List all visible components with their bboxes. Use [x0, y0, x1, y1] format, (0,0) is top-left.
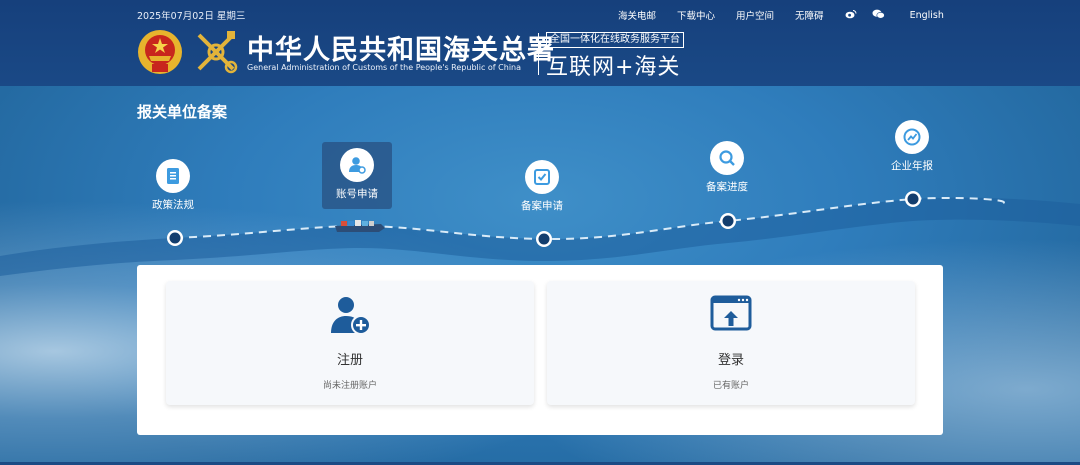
site-title-en: General Administration of Customs of the… — [247, 63, 522, 72]
step-account[interactable]: 账号申请 — [322, 142, 392, 209]
step-policy[interactable]: 政策法规 — [152, 159, 194, 212]
english-link[interactable]: English — [910, 10, 944, 21]
user-gear-icon — [340, 148, 374, 182]
header-divider — [538, 33, 539, 75]
login-subtitle: 已有账户 — [712, 381, 749, 391]
link-user-space[interactable]: 用户空间 — [736, 8, 774, 22]
shield-check-icon — [525, 160, 559, 194]
magnifier-icon — [710, 141, 744, 175]
step-annual-report[interactable]: 企业年报 — [891, 120, 933, 173]
cargo-ship-icon — [335, 220, 385, 232]
step-label: 备案进度 — [706, 181, 748, 193]
step-label: 备案申请 — [521, 200, 563, 212]
hero-banner: 报关单位备案 政策法规 账号申请 备案申请 备案进度 企业年报 注册 尚未注册账… — [0, 86, 1080, 465]
link-accessibility[interactable]: 无障碍 — [795, 8, 824, 22]
current-date: 2025年07月02日 星期三 — [137, 11, 246, 22]
step-label: 政策法规 — [152, 199, 194, 211]
wechat-icon[interactable] — [872, 9, 885, 22]
top-links: 海关电邮 下载中心 用户空间 无障碍 English — [618, 8, 944, 22]
national-emblem-icon — [138, 30, 182, 74]
login-title: 登录 — [717, 353, 744, 368]
site-title: 中华人民共和国海关总署 — [247, 35, 555, 66]
link-download-center[interactable]: 下载中心 — [677, 8, 715, 22]
register-subtitle: 尚未注册账户 — [322, 381, 377, 391]
entry-panel: 注册 尚未注册账户 登录 已有账户 — [137, 265, 943, 435]
step-label: 企业年报 — [891, 160, 933, 172]
customs-emblem-icon — [197, 31, 238, 74]
link-customs-email[interactable]: 海关电邮 — [618, 8, 656, 22]
register-card[interactable]: 注册 尚未注册账户 — [166, 281, 534, 405]
add-user-icon — [331, 297, 371, 335]
step-label: 账号申请 — [336, 188, 378, 200]
login-card[interactable]: 登录 已有账户 — [547, 281, 915, 405]
login-screen-icon — [710, 295, 752, 331]
platform-name: 互联网+海关 — [546, 55, 681, 80]
report-chart-icon — [895, 120, 929, 154]
step-filing[interactable]: 备案申请 — [521, 160, 563, 213]
step-progress[interactable]: 备案进度 — [706, 141, 748, 194]
weibo-icon[interactable] — [845, 9, 857, 22]
platform-tagline: 全国一体化在线政务服务平台 — [546, 32, 684, 48]
document-icon — [156, 159, 190, 193]
site-header: 2025年07月02日 星期三 海关电邮 下载中心 用户空间 无障碍 Engli… — [0, 0, 1080, 86]
register-title: 注册 — [336, 353, 363, 368]
